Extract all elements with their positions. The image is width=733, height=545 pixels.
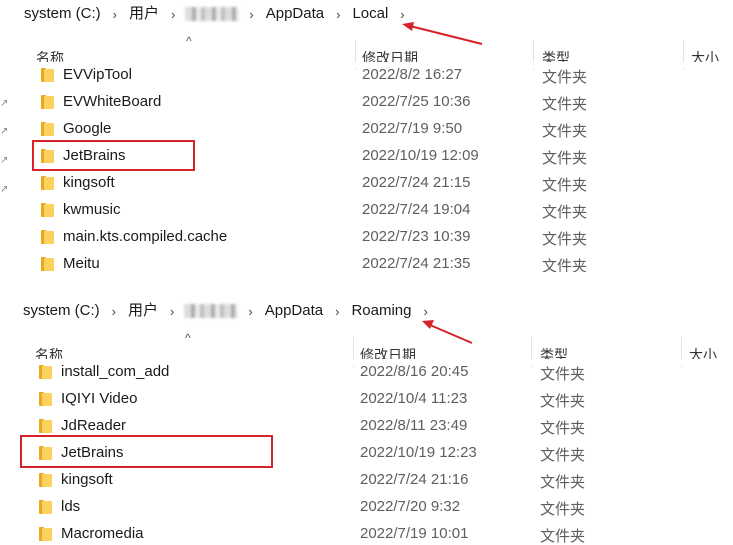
scroll-clip xyxy=(0,62,733,68)
chevron-right-icon[interactable]: › xyxy=(162,304,182,319)
file-type: 文件夹 xyxy=(540,366,586,383)
file-name: Macromedia xyxy=(61,525,144,542)
file-type: 文件夹 xyxy=(542,231,588,248)
file-name: lds xyxy=(61,498,81,515)
chevron-right-icon[interactable]: › xyxy=(327,304,347,319)
file-name: IQIYI Video xyxy=(61,390,138,407)
breadcrumb: system (C:) › 用户 › › AppData › Roaming › xyxy=(0,297,733,325)
file-date: 2022/10/4 11:23 xyxy=(360,390,468,407)
file-name: kwmusic xyxy=(63,201,121,218)
breadcrumb-item-users[interactable]: 用户 xyxy=(125,0,163,28)
file-name: kingsoft xyxy=(61,471,113,488)
file-type: 文件夹 xyxy=(542,177,588,194)
breadcrumb-item-appdata[interactable]: AppData xyxy=(261,297,327,325)
file-type: 文件夹 xyxy=(542,150,588,167)
folder-icon xyxy=(39,419,52,433)
file-type: 文件夹 xyxy=(540,393,586,410)
list-item[interactable]: Macromedia 2022/7/19 10:01 文件夹 xyxy=(0,521,733,545)
breadcrumb-item-users[interactable]: 用户 xyxy=(124,297,162,325)
list-item[interactable]: EVWhiteBoard 2022/7/25 10:36 文件夹 xyxy=(0,89,733,116)
chevron-right-icon[interactable]: › xyxy=(105,7,125,22)
breadcrumb-item-appdata[interactable]: AppData xyxy=(262,0,328,28)
file-date: 2022/8/2 16:27 xyxy=(362,66,463,83)
file-date: 2022/7/24 21:15 xyxy=(362,174,471,191)
folder-icon xyxy=(41,257,54,271)
file-date: 2022/7/24 19:04 xyxy=(362,201,471,218)
file-date: 2022/7/24 21:16 xyxy=(360,471,469,488)
redacted-username xyxy=(185,7,240,21)
breadcrumb-item-drive[interactable]: system (C:) xyxy=(0,0,105,28)
file-date: 2022/8/16 20:45 xyxy=(360,363,469,380)
breadcrumb: system (C:) › 用户 › › AppData › Local › xyxy=(0,0,733,28)
file-type: 文件夹 xyxy=(540,528,586,545)
redacted-username xyxy=(184,304,239,318)
file-date: 2022/10/19 12:23 xyxy=(360,444,477,461)
file-date: 2022/10/19 12:09 xyxy=(362,147,479,164)
file-type: 文件夹 xyxy=(540,447,586,464)
folder-icon xyxy=(41,95,54,109)
explorer-panel-roaming: system (C:) › 用户 › › AppData › Roaming ›… xyxy=(0,297,733,545)
list-item[interactable]: Google 2022/7/19 9:50 文件夹 xyxy=(0,116,733,143)
list-item[interactable]: main.kts.compiled.cache 2022/7/23 10:39 … xyxy=(0,224,733,251)
file-date: 2022/7/19 9:50 xyxy=(362,120,463,137)
file-name: Google xyxy=(63,120,112,137)
folder-icon xyxy=(41,230,54,244)
sort-up-icon[interactable]: ^ xyxy=(186,34,192,48)
file-name: kingsoft xyxy=(63,174,115,191)
folder-icon xyxy=(39,392,52,406)
folder-icon xyxy=(41,68,54,82)
chevron-right-icon[interactable]: › xyxy=(328,7,348,22)
file-name: Meitu xyxy=(63,255,100,272)
folder-icon xyxy=(39,527,52,541)
sort-up-icon[interactable]: ^ xyxy=(185,331,191,345)
breadcrumb-item-drive[interactable]: system (C:) xyxy=(0,297,104,325)
folder-icon xyxy=(41,176,54,190)
file-type: 文件夹 xyxy=(542,258,588,272)
chevron-right-icon[interactable]: › xyxy=(104,304,124,319)
file-date: 2022/7/23 10:39 xyxy=(362,228,471,245)
highlight-box-jetbrains xyxy=(20,435,273,468)
file-type: 文件夹 xyxy=(542,204,588,221)
file-name: main.kts.compiled.cache xyxy=(63,228,228,245)
file-type: 文件夹 xyxy=(542,96,588,113)
file-date: 2022/7/19 10:01 xyxy=(360,525,469,542)
file-name: EVWhiteBoard xyxy=(63,93,162,110)
list-item[interactable]: IQIYI Video 2022/10/4 11:23 文件夹 xyxy=(0,386,733,413)
chevron-right-icon[interactable]: › xyxy=(241,7,261,22)
file-date: 2022/8/11 23:49 xyxy=(360,417,468,434)
file-name: EVVipTool xyxy=(63,66,132,83)
list-item[interactable]: kingsoft 2022/7/24 21:16 文件夹 xyxy=(0,467,733,494)
folder-icon xyxy=(39,500,52,514)
file-date: 2022/7/24 21:35 xyxy=(362,255,471,272)
breadcrumb-item-roaming[interactable]: Roaming xyxy=(347,297,415,325)
explorer-panel-local: system (C:) › 用户 › › AppData › Local › ^… xyxy=(0,0,733,272)
file-type: 文件夹 xyxy=(542,69,588,86)
folder-icon xyxy=(39,473,52,487)
folder-icon xyxy=(41,203,54,217)
breadcrumb-item-local[interactable]: Local xyxy=(348,0,392,28)
file-name: install_com_add xyxy=(61,363,170,380)
list-item[interactable]: kwmusic 2022/7/24 19:04 文件夹 xyxy=(0,197,733,224)
chevron-right-icon[interactable]: › xyxy=(163,7,183,22)
file-date: 2022/7/25 10:36 xyxy=(362,93,471,110)
file-date: 2022/7/20 9:32 xyxy=(360,498,461,515)
list-item[interactable]: Meitu 2022/7/24 21:35 文件夹 xyxy=(0,251,733,272)
scroll-clip xyxy=(0,359,733,365)
file-type: 文件夹 xyxy=(542,123,588,140)
highlight-box-jetbrains xyxy=(32,140,195,171)
folder-icon xyxy=(39,365,52,379)
list-item[interactable]: kingsoft 2022/7/24 21:15 文件夹 xyxy=(0,170,733,197)
chevron-right-icon[interactable]: › xyxy=(240,304,260,319)
file-name: JdReader xyxy=(61,417,127,434)
file-type: 文件夹 xyxy=(540,501,586,518)
folder-icon xyxy=(41,122,54,136)
list-item[interactable]: lds 2022/7/20 9:32 文件夹 xyxy=(0,494,733,521)
file-type: 文件夹 xyxy=(540,420,586,437)
file-type: 文件夹 xyxy=(540,474,586,491)
